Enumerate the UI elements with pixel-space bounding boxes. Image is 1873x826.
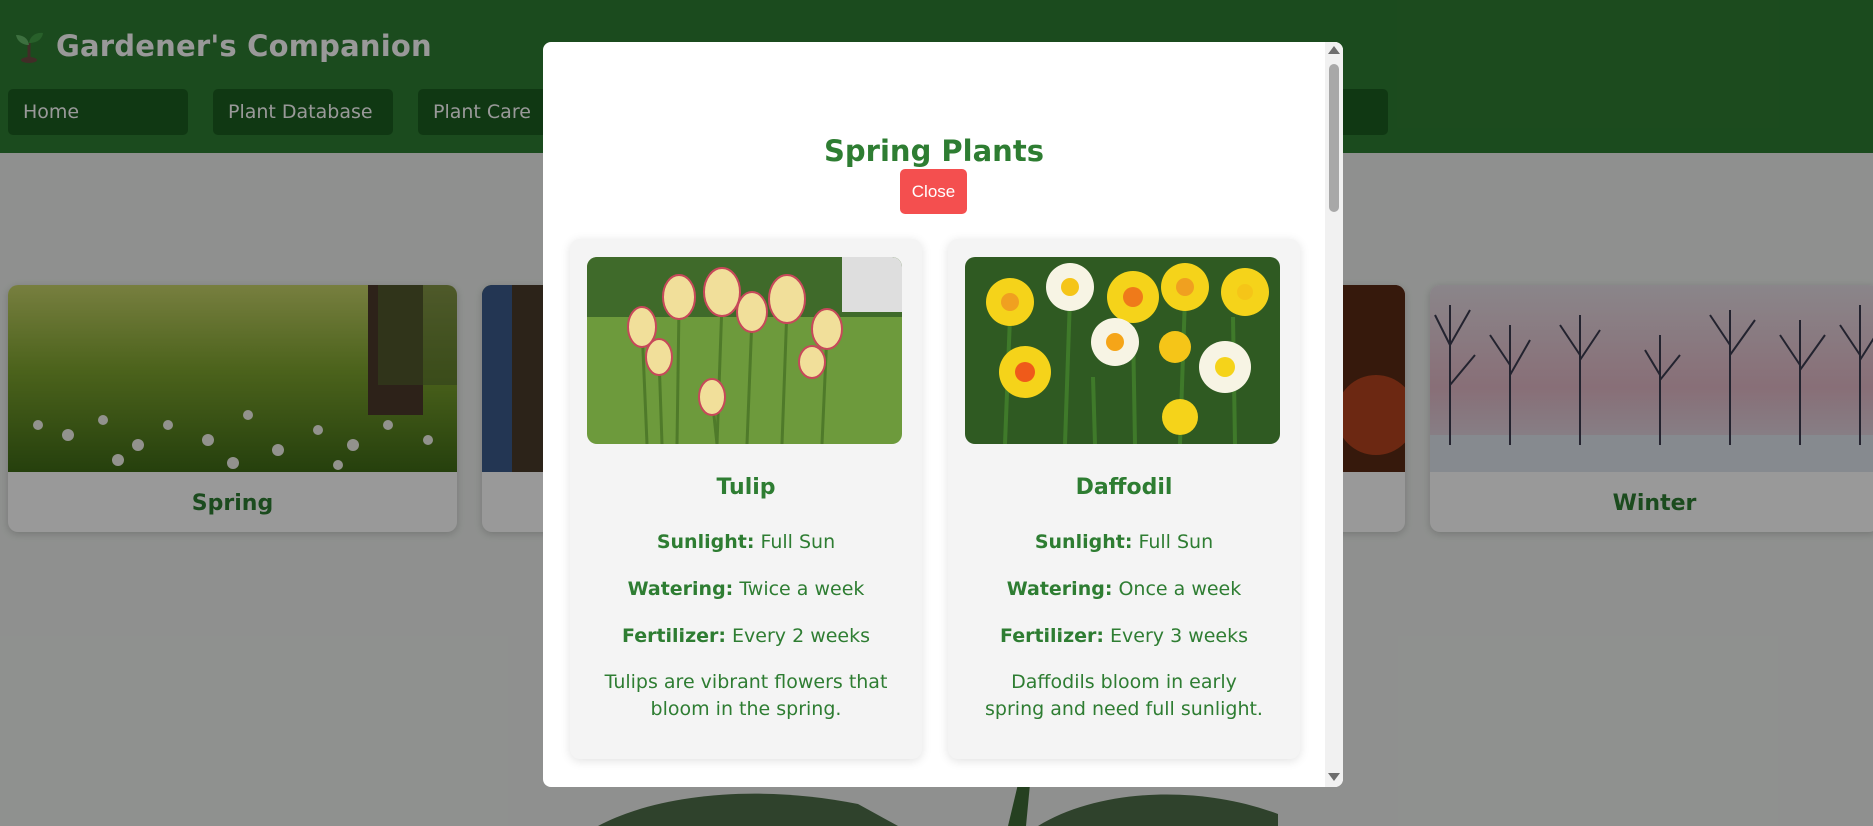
plant-description: Tulips are vibrant flowers that bloom in… <box>604 671 888 720</box>
modal-title: Spring Plants <box>824 134 1044 168</box>
fertilizer-value: Every 3 weeks <box>1110 625 1249 647</box>
plant-card-tulip: Tulip Sunlight: Full Sun Watering: Twice… <box>570 239 922 759</box>
sunlight-value: Full Sun <box>760 531 836 553</box>
watering-info: Watering: Once a week <box>948 578 1300 600</box>
fertilizer-value: Every 2 weeks <box>732 625 871 647</box>
watering-label: Watering: <box>627 578 734 600</box>
plant-name: Tulip <box>716 475 776 500</box>
scroll-up-arrow-icon[interactable] <box>1328 46 1340 54</box>
watering-label: Watering: <box>1006 578 1113 600</box>
plant-name: Daffodil <box>1075 475 1173 500</box>
sunlight-info: Sunlight: Full Sun <box>570 531 922 553</box>
watering-value: Once a week <box>1118 578 1242 600</box>
fertilizer-info: Fertilizer: Every 3 weeks <box>948 625 1300 647</box>
sunlight-label: Sunlight: <box>1034 531 1133 553</box>
plant-card-daffodil: Daffodil Sunlight: Full Sun Watering: On… <box>948 239 1300 759</box>
close-button[interactable]: Close <box>900 169 967 214</box>
tulips-photo <box>587 257 902 444</box>
fertilizer-info: Fertilizer: Every 2 weeks <box>570 625 922 647</box>
scrollbar-thumb[interactable] <box>1329 64 1339 212</box>
sunlight-value: Full Sun <box>1138 531 1214 553</box>
spring-plants-modal: Spring Plants Close Tulip Sunlight: Full… <box>543 42 1343 787</box>
sunlight-info: Sunlight: Full Sun <box>948 531 1300 553</box>
watering-info: Watering: Twice a week <box>570 578 922 600</box>
watering-value: Twice a week <box>739 578 865 600</box>
fertilizer-label: Fertilizer: <box>621 625 726 647</box>
modal-scrollbar[interactable] <box>1325 42 1343 787</box>
daffodils-photo <box>965 257 1280 444</box>
sunlight-label: Sunlight: <box>656 531 755 553</box>
plant-description: Daffodils bloom in early spring and need… <box>985 671 1263 720</box>
scroll-down-arrow-icon[interactable] <box>1328 773 1340 781</box>
fertilizer-label: Fertilizer: <box>999 625 1104 647</box>
